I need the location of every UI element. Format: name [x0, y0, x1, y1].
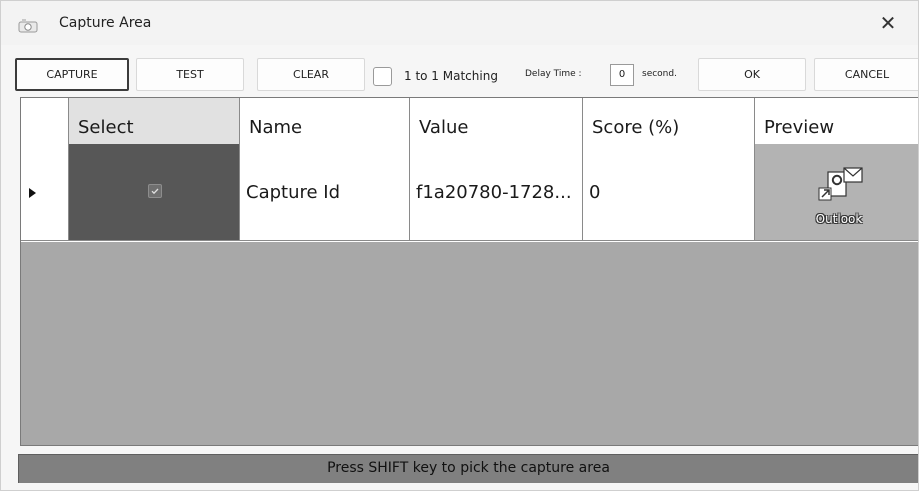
delay-time-input[interactable]: 0: [610, 64, 634, 86]
checkmark-icon: [151, 188, 159, 195]
preview-cell: Outlook: [755, 144, 918, 241]
clear-button[interactable]: CLEAR: [257, 58, 365, 91]
title-bar: Capture Area ✕: [1, 1, 918, 45]
capture-button[interactable]: CAPTURE: [15, 58, 129, 91]
select-checkbox[interactable]: [148, 184, 162, 198]
matching-checkbox-label: 1 to 1 Matching: [404, 69, 498, 83]
column-header-value[interactable]: Value: [410, 98, 583, 145]
ok-button[interactable]: OK: [698, 58, 806, 91]
capture-area-window: Capture Area ✕ CAPTURE TEST CLEAR 1 to 1…: [0, 0, 919, 491]
column-header-score[interactable]: Score (%): [583, 98, 755, 145]
window-title: Capture Area: [59, 15, 152, 31]
table-row[interactable]: Capture Id f1a20780-1728... 0 Outlook: [21, 144, 918, 242]
toolbar: CAPTURE TEST CLEAR 1 to 1 Matching Delay…: [1, 51, 918, 97]
triangle-right-icon: [29, 188, 36, 198]
column-header-select[interactable]: Select: [69, 98, 240, 145]
close-button[interactable]: ✕: [863, 7, 913, 39]
row-header-corner: [21, 98, 69, 145]
column-header-preview[interactable]: Preview: [755, 98, 918, 145]
row-header[interactable]: [21, 144, 69, 241]
grid-header: Select Name Value Score (%) Preview: [21, 97, 918, 146]
value-cell: f1a20780-1728...: [410, 144, 583, 241]
capture-grid: Select Name Value Score (%) Preview Capt…: [20, 97, 918, 446]
select-cell[interactable]: [69, 144, 240, 241]
test-button[interactable]: TEST: [136, 58, 244, 91]
score-cell: 0: [583, 144, 755, 241]
column-header-name[interactable]: Name: [240, 98, 410, 145]
name-cell: Capture Id: [240, 144, 410, 241]
outlook-icon: Outlook: [804, 166, 874, 232]
cancel-button[interactable]: CANCEL: [814, 58, 918, 91]
camera-icon: [18, 17, 38, 33]
delay-time-label: Delay Time :: [525, 69, 582, 79]
status-bar: Press SHIFT key to pick the capture area: [18, 454, 918, 483]
preview-label: Outlook: [815, 212, 863, 226]
second-label: second.: [642, 69, 677, 79]
matching-checkbox[interactable]: [373, 67, 392, 86]
